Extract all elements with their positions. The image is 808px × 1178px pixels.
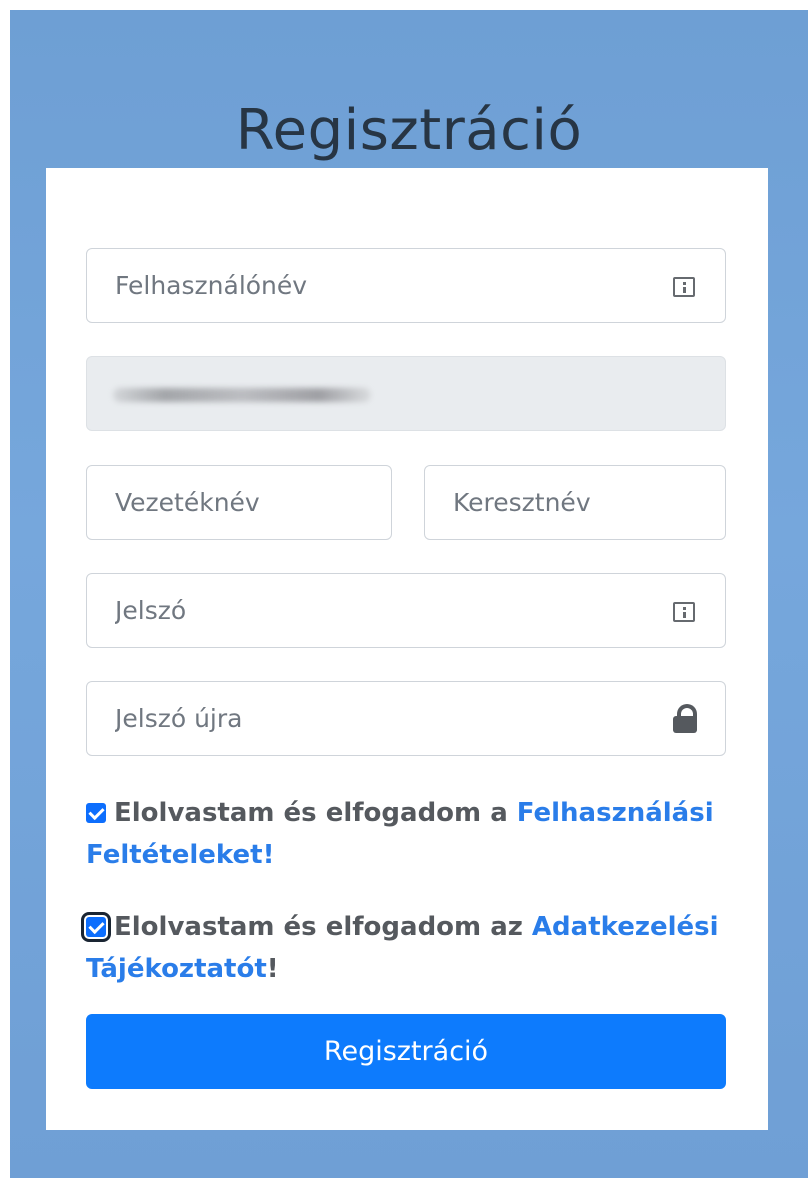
privacy-row: Elolvastam és elfogadom az Adatkezelési … <box>81 906 726 990</box>
last-name-input[interactable] <box>87 466 391 539</box>
password-field <box>86 573 726 648</box>
redacted-email-value <box>113 388 371 402</box>
first-name-field <box>424 465 726 540</box>
password-again-input[interactable] <box>87 682 725 755</box>
password-input[interactable] <box>87 574 725 647</box>
page-title: Regisztráció <box>235 97 583 163</box>
terms-row: Elolvastam és elfogadom a Felhasználási … <box>86 792 726 876</box>
terms-text: Elolvastam és elfogadom a <box>114 798 517 828</box>
info-icon <box>673 277 695 297</box>
first-name-input[interactable] <box>425 466 725 539</box>
last-name-field <box>86 465 392 540</box>
page-background: Regisztráció Elolvastam és elf <box>10 10 808 1178</box>
privacy-suffix: ! <box>266 954 279 984</box>
info-icon <box>673 602 695 622</box>
email-field <box>86 356 726 431</box>
username-input[interactable] <box>87 249 725 322</box>
username-field <box>86 248 726 323</box>
privacy-text: Elolvastam és elfogadom az <box>114 912 532 942</box>
privacy-checkbox[interactable] <box>81 912 111 942</box>
terms-checkbox[interactable] <box>86 803 106 823</box>
register-button[interactable]: Regisztráció <box>86 1014 726 1089</box>
password-again-field <box>86 681 726 756</box>
lock-icon <box>673 704 697 733</box>
registration-card: Elolvastam és elfogadom a Felhasználási … <box>46 168 768 1130</box>
